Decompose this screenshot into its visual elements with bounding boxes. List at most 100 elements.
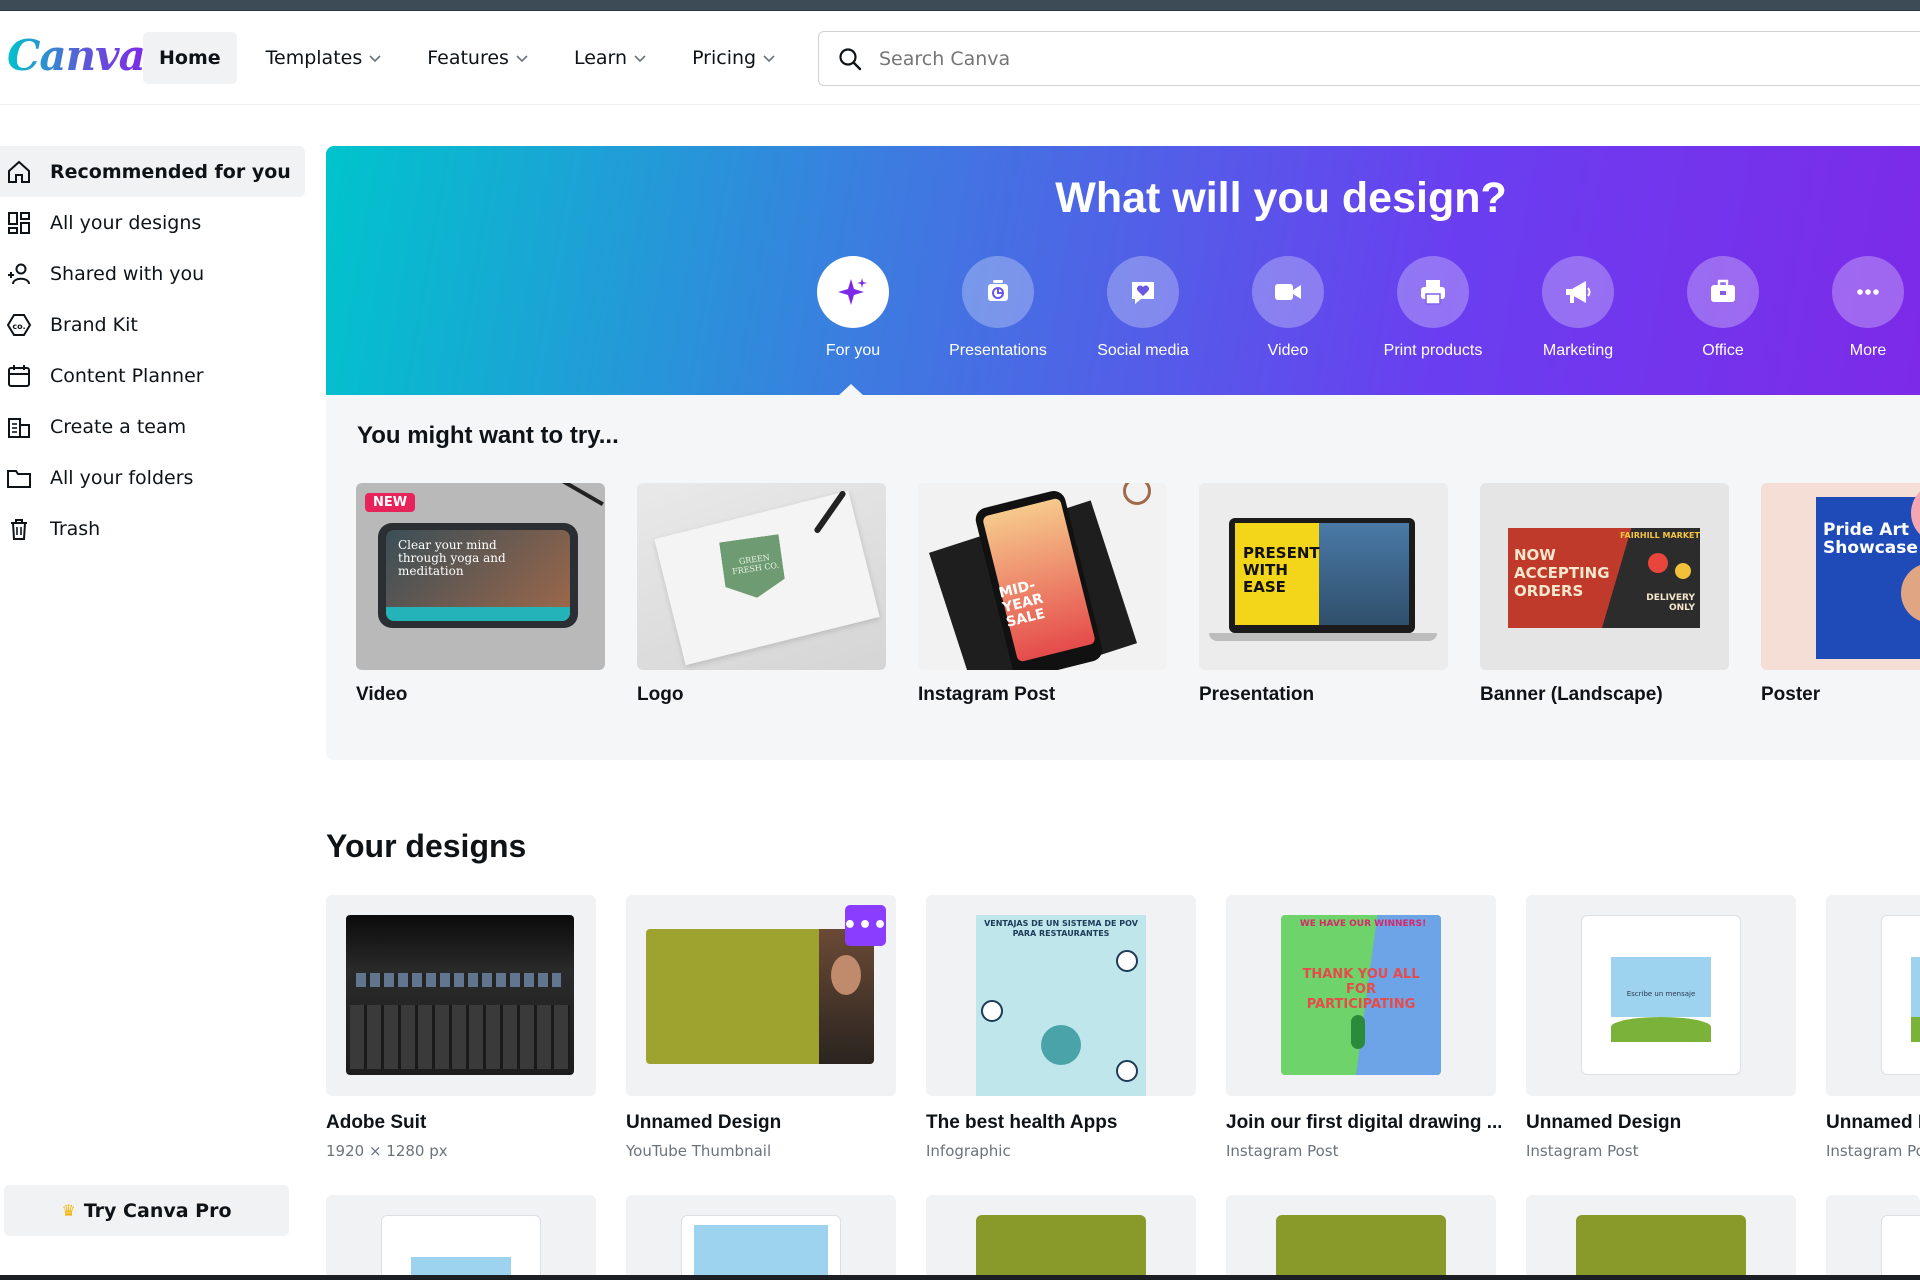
design-card[interactable] — [326, 1195, 596, 1280]
try-card-poster[interactable]: Pride Art Showcase Poster — [1761, 483, 1920, 706]
try-card-label: Poster — [1761, 684, 1821, 705]
sidebar-item-shared[interactable]: Shared with you — [0, 248, 305, 299]
category-label: Office — [1702, 342, 1744, 359]
chevron-down-icon — [369, 55, 381, 63]
try-card-logo[interactable]: GREEN FRESH CO. Logo — [637, 483, 886, 706]
thumb-text: DELIVERY ONLY — [1646, 593, 1695, 613]
nav-label: Home — [159, 47, 221, 69]
heart-chat-icon — [1132, 282, 1154, 304]
sidebar-item-brand-kit[interactable]: co. Brand Kit — [0, 299, 305, 350]
video-thumbnail: Clear your mind through yoga and meditat… — [356, 483, 605, 670]
nav-label: Templates — [265, 47, 363, 69]
thumb-text: Pride Art Showcase — [1823, 520, 1918, 558]
people-icon — [8, 263, 30, 284]
brand-kit-icon: co. — [6, 313, 32, 336]
nav-learn[interactable]: Learn — [558, 32, 663, 84]
design-card[interactable]: Unnamed Design Instagram Post — [1826, 895, 1920, 1160]
video-camera-icon — [1275, 284, 1301, 300]
sidebar-item-label: Trash — [50, 517, 101, 540]
design-type: Infographic — [926, 1142, 1011, 1160]
building-icon — [8, 417, 30, 438]
design-name: The best health Apps — [926, 1112, 1118, 1133]
chevron-down-icon — [634, 55, 646, 63]
category-more[interactable]: More — [1795, 256, 1920, 360]
category-video[interactable]: Video — [1215, 256, 1361, 360]
search-bar[interactable] — [818, 31, 1920, 86]
chevron-down-icon — [763, 55, 775, 63]
try-card-label: Presentation — [1199, 684, 1315, 705]
design-card[interactable] — [1526, 1195, 1796, 1280]
design-type: YouTube Thumbnail — [626, 1142, 772, 1160]
design-name: Unnamed Design — [1526, 1112, 1682, 1133]
sidebar-item-create-team[interactable]: Create a team — [0, 401, 305, 452]
search-input[interactable] — [879, 47, 1779, 70]
thumb-text: VENTAJAS DE UN SISTEMA DE POV PARA RESTA… — [984, 919, 1138, 938]
category-office[interactable]: Office — [1650, 256, 1796, 360]
try-card-presentation[interactable]: PRESENT WITH EASE Presentation — [1199, 483, 1448, 706]
category-marketing[interactable]: Marketing — [1505, 256, 1651, 360]
sidebar-item-label: Brand Kit — [50, 313, 138, 336]
canva-logo[interactable]: Canva — [7, 31, 146, 80]
more-dots-icon — [1857, 289, 1879, 295]
design-thumbnail: Escribe un mensaje — [1526, 895, 1796, 1096]
sidebar-item-label: All your designs — [50, 211, 202, 234]
category-for-you[interactable]: For you — [780, 256, 926, 360]
design-card[interactable] — [1226, 1195, 1496, 1280]
instagram-thumbnail: MID-YEAR SALE — [918, 483, 1167, 670]
category-label: Print products — [1383, 342, 1483, 359]
design-thumbnail: VENTAJAS DE UN SISTEMA DE POV PARA RESTA… — [926, 895, 1196, 1096]
design-card[interactable]: VENTAJAS DE UN SISTEMA DE POV PARA RESTA… — [926, 895, 1196, 1160]
try-card-label: Video — [356, 684, 408, 705]
design-type: Instagram Post — [1826, 1142, 1920, 1160]
sidebar-item-all-designs[interactable]: All your designs — [0, 197, 305, 248]
thumb-text: PRESENT WITH EASE — [1243, 544, 1320, 596]
sidebar-item-recommended[interactable]: Recommended for you — [0, 146, 305, 197]
crown-icon: ♛ — [61, 1201, 76, 1220]
design-card[interactable] — [626, 1195, 896, 1280]
category-print-products[interactable]: Print products — [1360, 256, 1506, 360]
thumb-text: FAIRHILL MARKET — [1620, 531, 1700, 540]
try-canva-pro-button[interactable]: ♛ Try Canva Pro — [4, 1185, 289, 1236]
design-name: Unnamed Design — [1826, 1112, 1920, 1133]
try-card-instagram-post[interactable]: MID-YEAR SALE Instagram Post — [918, 483, 1167, 706]
design-name: Unnamed Design — [626, 1112, 782, 1133]
sidebar-item-content-planner[interactable]: Content Planner — [0, 350, 305, 401]
sidebar-item-folders[interactable]: All your folders — [0, 452, 305, 503]
design-name: Join our first digital drawing ... — [1226, 1112, 1501, 1133]
nav-label: Features — [427, 47, 509, 69]
logo-thumbnail: GREEN FRESH CO. — [637, 483, 886, 670]
category-social-media[interactable]: Social media — [1070, 256, 1216, 360]
design-card[interactable]: ••• Unnamed Design YouTube Thumbnail — [626, 895, 896, 1160]
design-type: Instagram Post — [1526, 1142, 1639, 1160]
nav-label: Learn — [573, 47, 628, 69]
design-card[interactable] — [926, 1195, 1196, 1280]
design-card[interactable]: WE HAVE OUR WINNERS! THANK YOU ALL FOR P… — [1226, 895, 1501, 1160]
category-label: Marketing — [1542, 342, 1614, 359]
nav-label: Pricing — [692, 47, 757, 69]
sidebar-item-label: Recommended for you — [50, 160, 291, 183]
category-label: Social media — [1097, 342, 1189, 359]
try-card-video[interactable]: Clear your mind through yoga and meditat… — [356, 483, 605, 706]
design-more-button[interactable]: ••• — [843, 905, 887, 946]
banner-thumbnail: NOW ACCEPTING ORDERS FAIRHILL MARKET DEL… — [1480, 483, 1729, 670]
sidebar-item-label: Create a team — [50, 415, 187, 438]
your-designs-title: Your designs — [326, 828, 527, 864]
nav-features[interactable]: Features — [411, 32, 545, 84]
design-card[interactable]: Escribe un mensaje Unnamed Design Instag… — [1526, 895, 1796, 1160]
design-card[interactable] — [1826, 1195, 1920, 1280]
try-card-label: Banner (Landscape) — [1480, 684, 1663, 705]
new-badge: NEW — [365, 493, 416, 512]
design-card[interactable]: Adobe Suit 1920 × 1280 px — [326, 895, 596, 1160]
folder-icon — [7, 469, 31, 488]
try-card-banner[interactable]: NOW ACCEPTING ORDERS FAIRHILL MARKET DEL… — [1480, 483, 1729, 706]
window-bottom-edge — [0, 1275, 1920, 1280]
nav-templates[interactable]: Templates — [250, 32, 399, 84]
nav-home[interactable]: Home — [143, 32, 237, 84]
sidebar-item-trash[interactable]: Trash — [0, 503, 305, 554]
briefcase-icon — [1711, 279, 1735, 302]
nav-pricing[interactable]: Pricing — [676, 32, 792, 84]
home-icon — [8, 160, 30, 183]
category-presentations[interactable]: Presentations — [925, 256, 1071, 360]
window-top-strip — [0, 0, 1920, 11]
design-thumbnail: ••• — [626, 895, 896, 1096]
